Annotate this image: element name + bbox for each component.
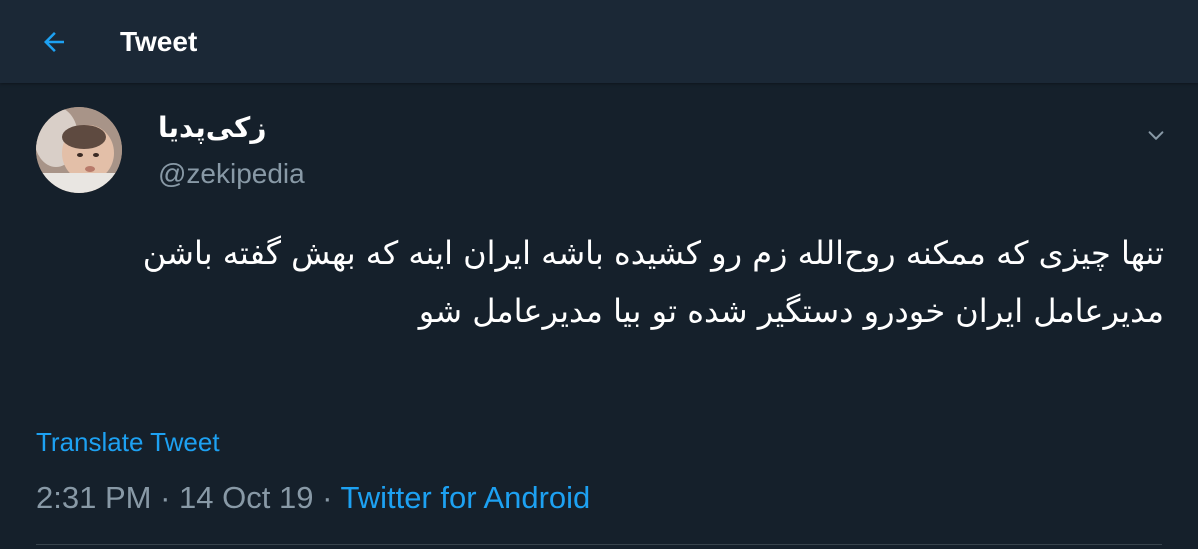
meta-separator: · — [160, 480, 171, 515]
author-display-name[interactable]: زکی‌پدیا — [158, 108, 266, 148]
arrow-left-icon — [44, 32, 64, 52]
meta-separator: · — [322, 480, 333, 515]
tweet-options-button[interactable] — [1138, 118, 1174, 154]
tweet-date: 14 Oct 19 — [179, 480, 314, 515]
back-button[interactable] — [26, 20, 82, 64]
avatar-photo — [36, 107, 122, 193]
tweet-text: تنها چیزی که ممکنه روح‌الله زم رو کشیده … — [142, 234, 1164, 330]
chevron-down-icon — [1148, 131, 1164, 140]
divider — [36, 544, 1162, 545]
tweet-meta: 2:31 PM · 14 Oct 19 · Twitter for Androi… — [36, 478, 590, 518]
avatar[interactable] — [36, 107, 122, 193]
page-title: Tweet — [120, 26, 198, 57]
tweet-source-link[interactable]: Twitter for Android — [340, 480, 590, 515]
top-app-bar: Tweet — [0, 0, 1198, 83]
tweet-time: 2:31 PM — [36, 480, 152, 515]
author-handle[interactable]: @zekipedia — [158, 156, 305, 192]
translate-tweet-link[interactable]: Translate Tweet — [36, 424, 220, 460]
